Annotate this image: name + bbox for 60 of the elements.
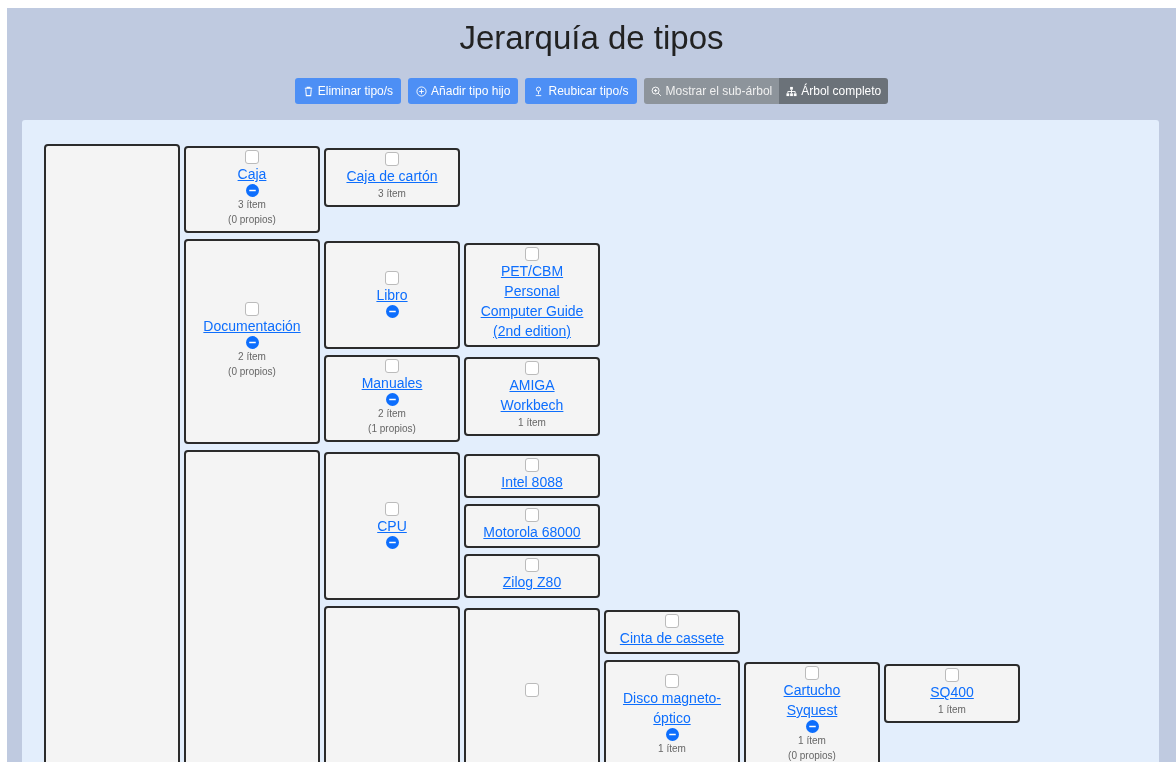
trash-icon [302, 85, 314, 97]
checkbox[interactable] [525, 247, 539, 261]
checkbox[interactable] [245, 150, 259, 164]
item-count: 1 ítem [518, 416, 546, 430]
type-link[interactable]: AMIGA Workbech [478, 375, 586, 415]
view-button[interactable]: Árbol completo [779, 78, 889, 104]
own-count: (0 propios) [228, 365, 276, 379]
checkbox[interactable] [525, 558, 539, 572]
checkbox[interactable] [385, 152, 399, 166]
checkbox[interactable] [525, 458, 539, 472]
type-link[interactable]: Libro [376, 284, 408, 305]
type-link[interactable]: Zilog Z80 [502, 572, 562, 592]
type-link[interactable]: Caja [237, 164, 267, 184]
collapse-icon[interactable] [385, 393, 399, 406]
type-link[interactable]: Cartucho Syquest [758, 680, 866, 720]
type-link[interactable]: Caja de cartón [346, 166, 438, 186]
type-link[interactable]: PET/CBM Personal Computer Guide (2nd edition) [478, 261, 586, 341]
collapse-icon[interactable] [385, 304, 399, 318]
checkbox[interactable] [525, 361, 539, 375]
checkbox[interactable] [525, 682, 539, 697]
checkbox[interactable] [385, 270, 399, 285]
collapse-icon[interactable] [805, 720, 819, 733]
type-link[interactable]: Cinta de cassete [619, 628, 725, 648]
own-count: (0 propios) [788, 749, 836, 762]
item-count: 1 ítem [658, 741, 686, 756]
collapse-icon[interactable] [665, 727, 679, 741]
item-count: 3 ítem [378, 187, 406, 201]
type-link[interactable]: Documentación [203, 316, 301, 336]
own-count: (1 propios) [368, 422, 416, 436]
checkbox[interactable] [385, 501, 399, 516]
checkbox[interactable] [665, 673, 679, 688]
checkbox[interactable] [385, 359, 399, 373]
hierarchy-icon [786, 85, 798, 97]
action-button[interactable]: Añadir tipo hijo [408, 78, 519, 104]
collapse-icon[interactable] [385, 535, 399, 549]
item-count: 2 ítem [378, 407, 406, 421]
type-link[interactable]: CPU [377, 515, 407, 536]
checkbox[interactable] [525, 508, 539, 522]
type-link[interactable]: Motorola 68000 [483, 522, 581, 542]
plus-circle-icon [416, 85, 428, 97]
item-count: 2 ítem [238, 350, 266, 364]
checkbox[interactable] [245, 302, 259, 316]
checkbox[interactable] [945, 668, 959, 682]
checkbox[interactable] [805, 666, 819, 680]
collapse-icon[interactable] [245, 184, 259, 197]
action-button[interactable]: Reubicar tipo/s [525, 78, 637, 104]
type-link[interactable]: Intel 8088 [501, 472, 563, 492]
collapse-icon[interactable] [245, 336, 259, 349]
page-title: Jerarquía de tipos [459, 18, 724, 58]
action-button[interactable]: Eliminar tipo/s [294, 78, 402, 104]
item-count: 1 ítem [798, 734, 826, 748]
type-link[interactable]: Disco magneto-óptico [618, 687, 726, 728]
item-count: 1 ítem [938, 703, 966, 717]
item-count: 3 ítem [238, 198, 266, 212]
zoom-in-icon [650, 85, 662, 97]
type-link[interactable]: SQ400 [930, 682, 974, 702]
checkbox[interactable] [665, 614, 679, 628]
view-button[interactable]: Mostrar el sub-árbol [643, 78, 780, 104]
own-count: (0 propios) [228, 213, 276, 227]
type-link[interactable]: Manuales [361, 373, 423, 393]
